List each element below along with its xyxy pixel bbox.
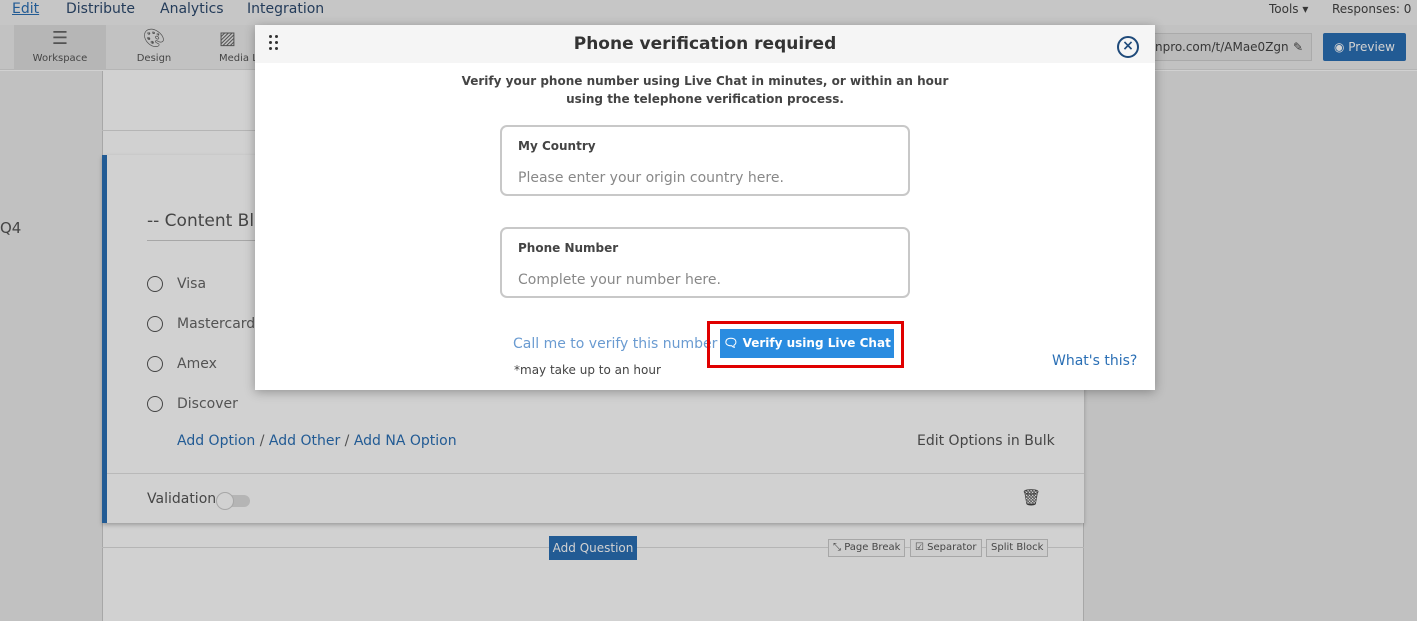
country-field[interactable]: My Country Please enter your origin coun…	[500, 125, 910, 196]
modal-intro: Verify your phone number using Live Chat…	[461, 74, 949, 106]
phone-number-label: Phone Number	[518, 241, 619, 255]
verify-live-chat-button[interactable]: 🗨︎ Verify using Live Chat	[720, 329, 894, 358]
phone-number-input[interactable]: Complete your number here.	[518, 272, 721, 288]
call-note: *may take up to an hour	[514, 363, 661, 377]
country-input[interactable]: Please enter your origin country here.	[518, 170, 784, 186]
call-me-link[interactable]: Call me to verify this number	[513, 336, 717, 352]
close-icon[interactable]: ×	[1117, 36, 1139, 58]
phone-verification-modal: Phone verification required × Verify you…	[255, 25, 1155, 390]
modal-title: Phone verification required	[573, 34, 837, 54]
chat-icon: 🗨︎	[723, 336, 743, 350]
modal-header: Phone verification required ×	[255, 25, 1155, 63]
whats-this-link[interactable]: What's this?	[1052, 353, 1137, 369]
phone-number-field[interactable]: Phone Number Complete your number here.	[500, 227, 910, 298]
country-label: My Country	[518, 139, 596, 153]
